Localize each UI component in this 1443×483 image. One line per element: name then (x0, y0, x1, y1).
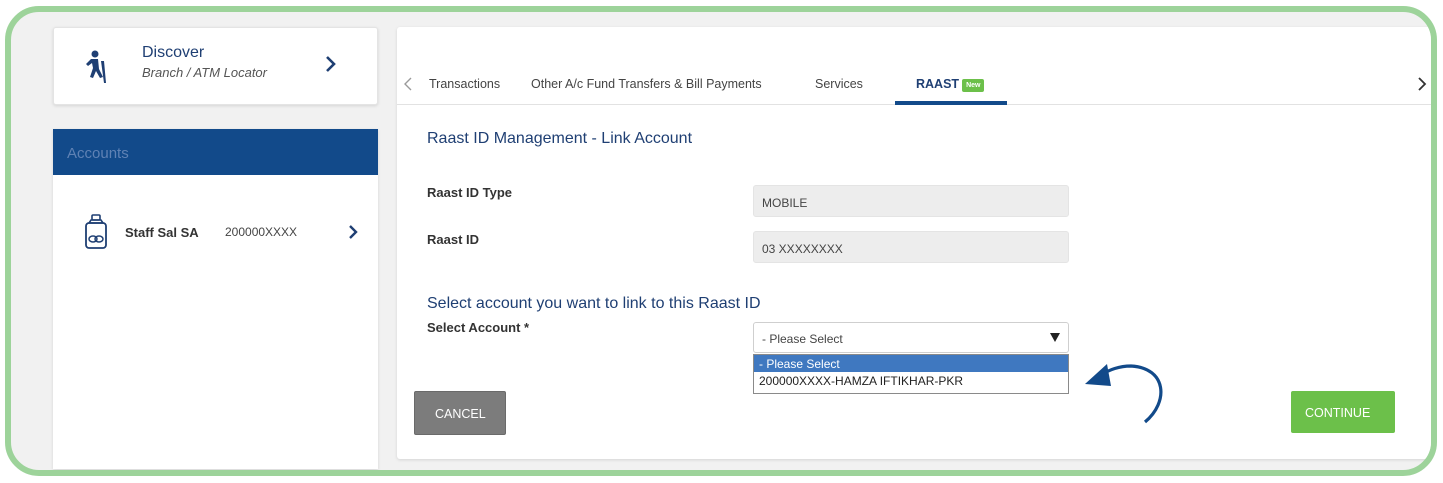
left-sidebar: Discover Branch / ATM Locator Accounts S… (53, 27, 378, 469)
accounts-header: Accounts (53, 129, 378, 175)
discover-card[interactable]: Discover Branch / ATM Locator (53, 27, 378, 105)
accounts-panel: Accounts Staff Sal SA 200000XXXX (53, 129, 378, 469)
tab-bar: Transactions Other A/c Fund Transfers & … (397, 27, 1431, 105)
raast-id-field: 03 XXXXXXXX (753, 231, 1069, 263)
page-title: Raast ID Management - Link Account (427, 130, 693, 147)
jar-icon (85, 214, 107, 249)
continue-button[interactable]: CONTINUE (1291, 391, 1395, 433)
screenshot-frame: Discover Branch / ATM Locator Accounts S… (5, 6, 1437, 476)
dropdown-option[interactable]: 200000XXXX-HAMZA IFTIKHAR-PKR (754, 372, 1068, 389)
tab-services[interactable]: Services (815, 77, 863, 91)
hiker-icon (86, 50, 106, 83)
new-badge: New (962, 79, 985, 92)
tab-raast-label: RAAST (916, 77, 960, 91)
chevron-left-icon[interactable] (403, 77, 413, 91)
tab-transactions[interactable]: Transactions (429, 77, 500, 91)
active-tab-indicator (895, 101, 1007, 105)
discover-title: Discover (142, 44, 205, 61)
annotation-arrow-icon (1085, 364, 1163, 424)
caret-down-icon (1050, 333, 1060, 342)
link-prompt: Select account you want to link to this … (427, 295, 761, 312)
select-account-label: Select Account * (427, 320, 530, 335)
dropdown-options: - Please Select 200000XXXX-HAMZA IFTIKHA… (753, 354, 1069, 394)
discover-subtitle: Branch / ATM Locator (142, 65, 267, 80)
select-account-value: - Please Select (762, 332, 843, 346)
raast-id-type-label: Raast ID Type (427, 185, 513, 200)
raast-id-type-field: MOBILE (753, 185, 1069, 217)
main-panel: Transactions Other A/c Fund Transfers & … (397, 27, 1431, 459)
cancel-button[interactable]: CANCEL (414, 391, 506, 435)
account-name: Staff Sal SA (125, 225, 199, 240)
chevron-right-icon[interactable] (324, 54, 338, 74)
tab-raast[interactable]: RAAST New (916, 77, 985, 92)
dropdown-option[interactable]: - Please Select (754, 355, 1068, 372)
raast-id-label: Raast ID (427, 232, 480, 247)
chevron-right-icon[interactable] (1417, 76, 1427, 92)
account-row[interactable]: Staff Sal SA 200000XXXX (53, 213, 378, 253)
select-account-dropdown[interactable]: - Please Select (753, 322, 1069, 353)
account-number: 200000XXXX (225, 225, 298, 239)
tab-fund-transfers[interactable]: Other A/c Fund Transfers & Bill Payments (531, 77, 762, 91)
chevron-right-icon[interactable] (347, 223, 359, 241)
